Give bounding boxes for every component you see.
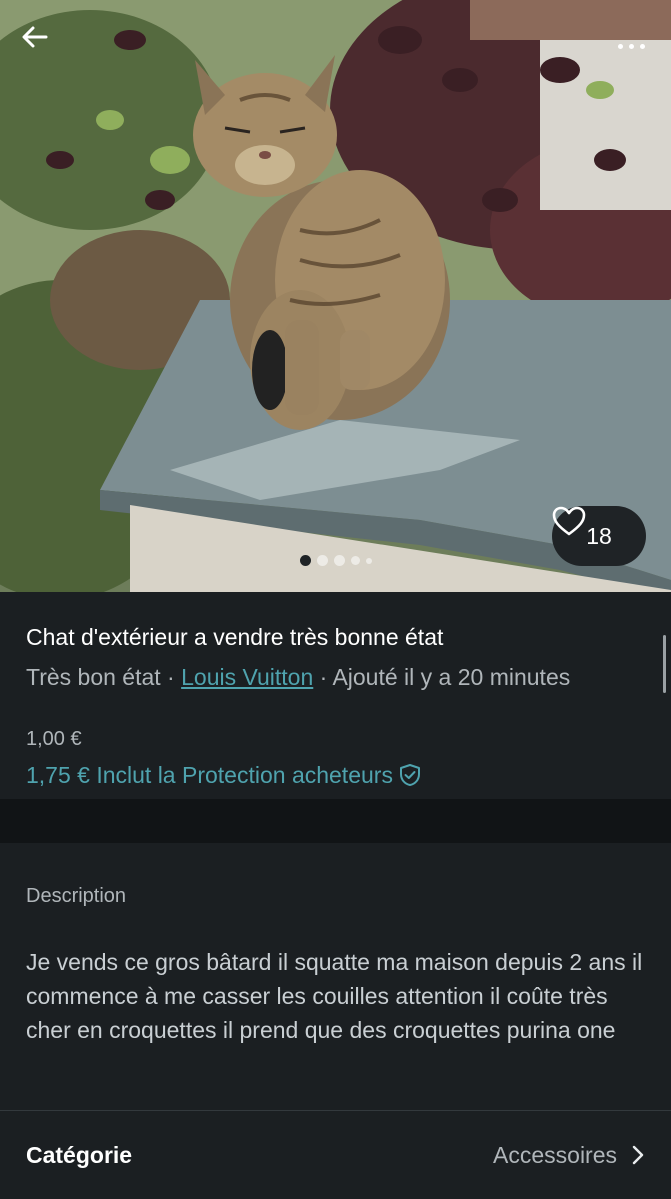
listing-meta: Très bon état · Louis Vuitton · Ajouté i… — [26, 662, 645, 692]
category-value: Accessoires — [493, 1141, 617, 1168]
description-text: Je vends ce gros bâtard il squatte ma ma… — [26, 949, 643, 1043]
brand-link[interactable]: Louis Vuitton — [181, 664, 313, 690]
carousel-dot[interactable] — [316, 555, 328, 566]
buyer-protection-text: 1,75 € Inclut la Protection acheteurs — [26, 762, 393, 788]
shield-check-icon — [399, 764, 420, 786]
like-count: 18 — [586, 522, 612, 549]
scrollbar[interactable] — [663, 635, 666, 693]
category-label: Catégorie — [26, 1141, 133, 1168]
meta-separator: · — [313, 664, 333, 690]
carousel-dot[interactable] — [365, 557, 372, 564]
chevron-right-icon — [632, 1145, 644, 1165]
item-price: 1,00 € — [26, 728, 82, 750]
favorite-button[interactable]: 18 — [552, 506, 646, 566]
listing-title: Chat d'extérieur a vendre très bonne éta… — [26, 624, 444, 650]
carousel-dot[interactable] — [350, 556, 360, 565]
listing-info: Chat d'extérieur a vendre très bonne éta… — [0, 592, 671, 799]
arrow-left-icon — [22, 26, 48, 48]
added-time: Ajouté il y a 20 minutes — [332, 664, 571, 690]
meta-separator: · — [160, 664, 182, 690]
back-button[interactable] — [22, 26, 62, 66]
cat-photo-illustration — [0, 0, 671, 592]
more-horizontal-icon — [615, 43, 648, 49]
category-row[interactable]: Catégorie Accessoires — [0, 1111, 671, 1199]
buyer-protection-price[interactable]: 1,75 € Inclut la Protection acheteurs — [26, 760, 645, 790]
category-value-group: Accessoires — [493, 1142, 645, 1169]
description-label: Description — [26, 885, 127, 907]
description-section: Description Je vends ce gros bâtard il s… — [0, 843, 671, 1111]
carousel-dot[interactable] — [333, 555, 345, 566]
section-separator — [0, 799, 671, 843]
more-options-button[interactable] — [609, 30, 653, 62]
heart-outline-icon — [552, 506, 586, 536]
listing-photo[interactable]: 18 — [0, 0, 671, 592]
carousel-dot[interactable] — [299, 555, 311, 566]
condition-text: Très bon état — [26, 664, 161, 690]
